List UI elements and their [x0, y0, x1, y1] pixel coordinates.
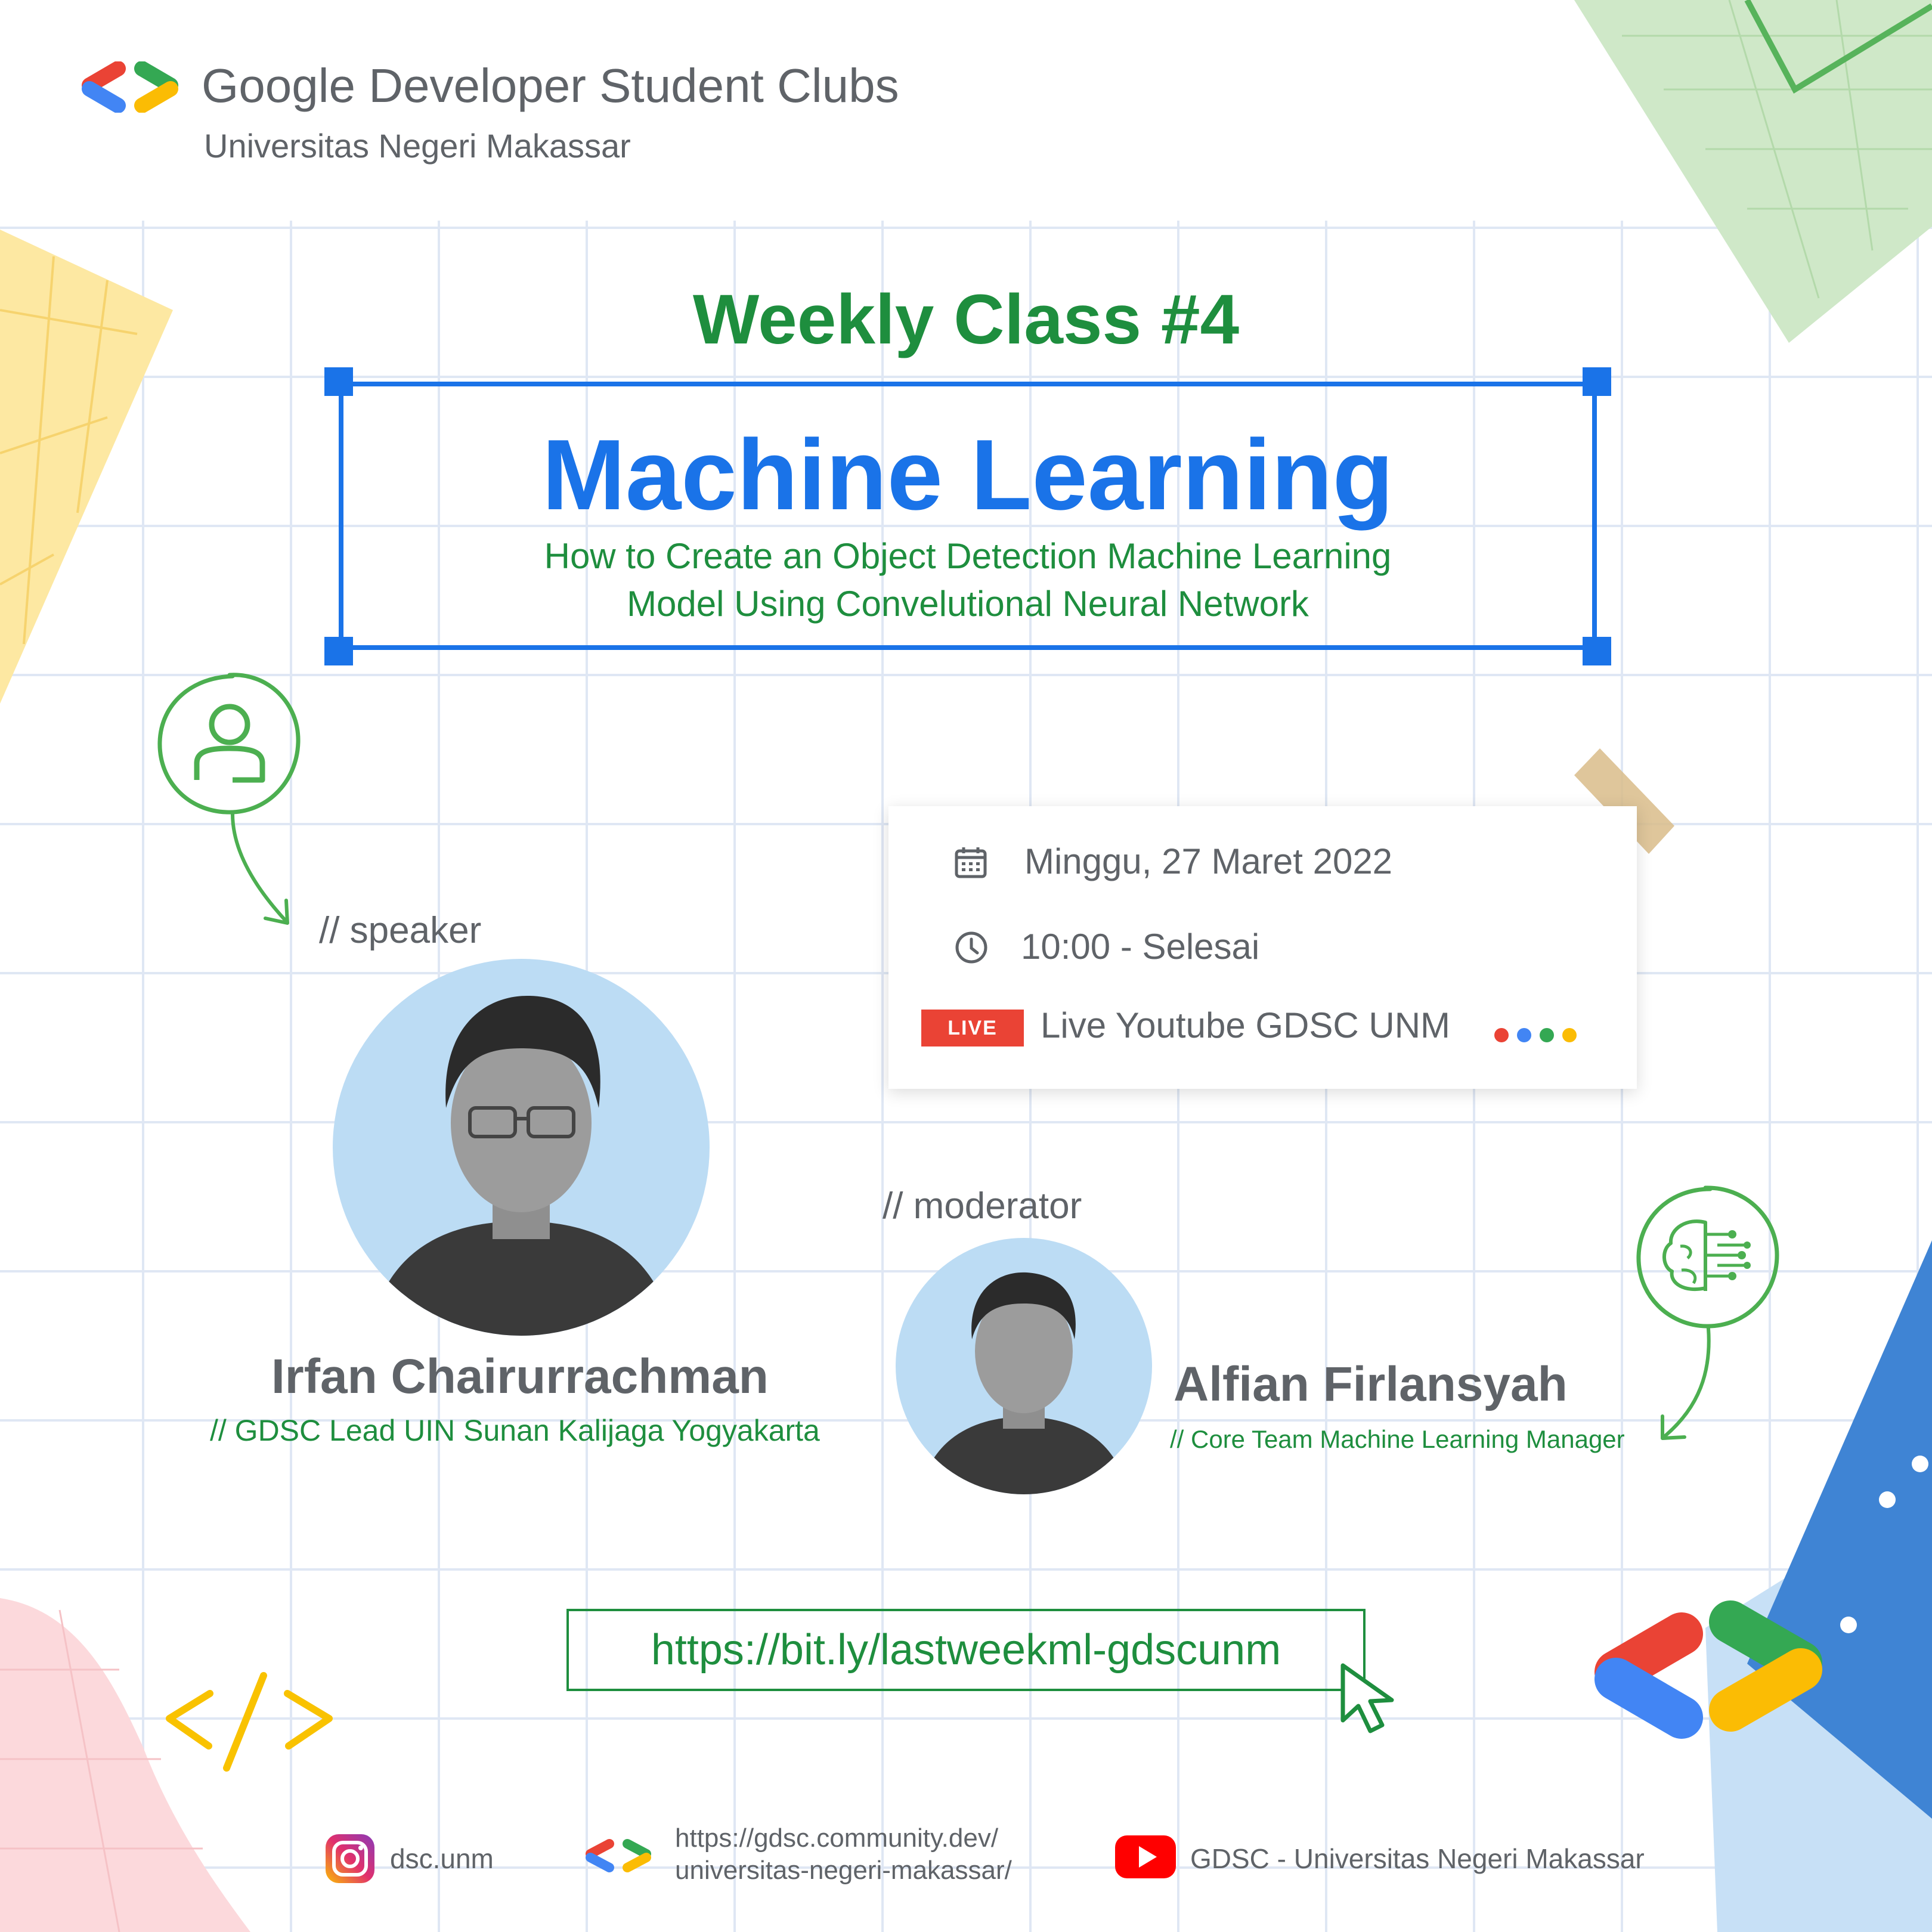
speaker-name: Irfan Chairurrachman [271, 1349, 769, 1404]
frame-corner [1583, 367, 1611, 396]
event-time: 10:00 - Selesai [1021, 927, 1260, 967]
code-icon [166, 1672, 333, 1772]
moderator-avatar [896, 1238, 1152, 1494]
website-line2[interactable]: universitas-negeri-makassar/ [675, 1856, 1012, 1885]
google-dot [1562, 1028, 1577, 1042]
google-dot [1517, 1028, 1531, 1042]
moderator-affiliation: // Core Team Machine Learning Manager [1170, 1425, 1625, 1453]
speaker-affiliation: // GDSC Lead UIN Sunan Kalijaga Yogyakar… [210, 1414, 820, 1447]
brain-icon [1636, 1185, 1779, 1440]
frame-corner [324, 367, 353, 396]
moderator-role-label: // moderator [883, 1185, 1082, 1227]
brand-title: Google Developer Student Clubs [202, 59, 899, 112]
registration-link[interactable]: https://bit.ly/lastweekml-gdscunm [566, 1609, 1366, 1691]
speaker-avatar [333, 959, 710, 1336]
person-icon [157, 673, 301, 925]
speaker-role-label: // speaker [319, 910, 482, 951]
website-line1[interactable]: https://gdsc.community.dev/ [675, 1823, 998, 1853]
event-platform: Live Youtube GDSC UNM [1041, 1005, 1451, 1045]
gdsc-brackets-icon [586, 1839, 651, 1872]
calendar-icon [955, 847, 987, 878]
google-dot [1494, 1028, 1509, 1042]
event-subtitle-line1: How to Create an Object Detection Machin… [544, 536, 1392, 576]
brand-subtitle: Universitas Negeri Makassar [204, 127, 631, 165]
gdsc-brackets-icon [1594, 1600, 1822, 1739]
instagram-icon [326, 1834, 374, 1883]
event-title: Machine Learning [541, 419, 1394, 531]
youtube-channel[interactable]: GDSC - Universitas Negeri Makassar [1190, 1843, 1645, 1875]
gdsc-brackets-icon [82, 61, 178, 113]
instagram-handle[interactable]: dsc.unm [390, 1843, 494, 1875]
frame-corner [324, 637, 353, 665]
frame-corner [1583, 637, 1611, 665]
event-subtitle-line2: Model Using Convelutional Neural Network [627, 584, 1309, 624]
moderator-name: Alfian Firlansyah [1174, 1357, 1568, 1411]
event-date: Minggu, 27 Maret 2022 [1024, 841, 1393, 881]
youtube-icon [1115, 1835, 1176, 1878]
google-dot [1540, 1028, 1554, 1042]
clock-icon [955, 931, 987, 964]
cursor-icon [1340, 1663, 1394, 1733]
event-series: Weekly Class #4 [692, 280, 1240, 359]
live-badge: LIVE [921, 1010, 1024, 1046]
